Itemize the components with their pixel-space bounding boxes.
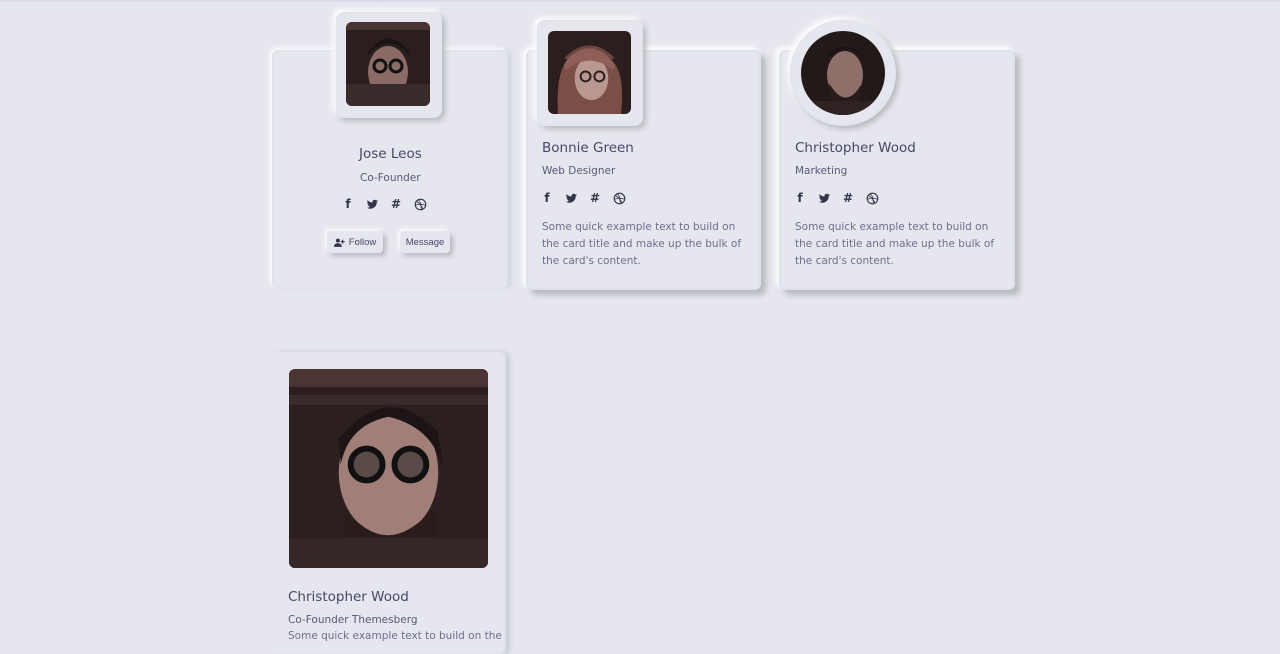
profile-role: Marketing — [795, 165, 848, 177]
social-links: f # — [793, 191, 879, 205]
twitter-icon[interactable] — [365, 197, 379, 211]
profile-role: Co-Founder Themesberg — [288, 614, 418, 626]
add-user-icon — [333, 238, 345, 247]
avatar — [801, 31, 885, 115]
social-links: f # — [540, 191, 626, 205]
profile-name: Bonnie Green — [542, 140, 634, 156]
dribbble-icon[interactable] — [612, 191, 626, 205]
slack-icon[interactable]: # — [841, 191, 855, 205]
twitter-icon[interactable] — [564, 191, 578, 205]
avatar — [346, 22, 430, 106]
profile-name: Christopher Wood — [288, 589, 409, 605]
profile-role: Web Designer — [542, 165, 616, 177]
profile-description: Some quick example text to build on the … — [542, 221, 742, 267]
slack-icon[interactable]: # — [588, 191, 602, 205]
dribbble-icon[interactable] — [413, 197, 427, 211]
facebook-icon[interactable]: f — [540, 191, 554, 205]
social-links: f # — [341, 197, 427, 211]
follow-button-label: Follow — [348, 236, 377, 248]
twitter-icon[interactable] — [817, 191, 831, 205]
top-divider — [0, 0, 1280, 3]
profile-role: Co-Founder — [360, 172, 421, 184]
profile-name: Christopher Wood — [795, 140, 916, 156]
message-button[interactable]: Message — [400, 231, 450, 253]
message-button-label: Message — [405, 236, 445, 248]
profile-photo — [289, 369, 488, 568]
profile-name: Jose Leos — [359, 146, 422, 162]
facebook-icon[interactable]: f — [341, 197, 355, 211]
profile-description: Some quick example text to build on the — [288, 630, 502, 642]
profile-description: Some quick example text to build on the … — [795, 221, 995, 267]
slack-icon[interactable]: # — [389, 197, 403, 211]
avatar — [548, 31, 631, 114]
dribbble-icon[interactable] — [865, 191, 879, 205]
follow-button[interactable]: Follow — [327, 231, 383, 253]
facebook-icon[interactable]: f — [793, 191, 807, 205]
